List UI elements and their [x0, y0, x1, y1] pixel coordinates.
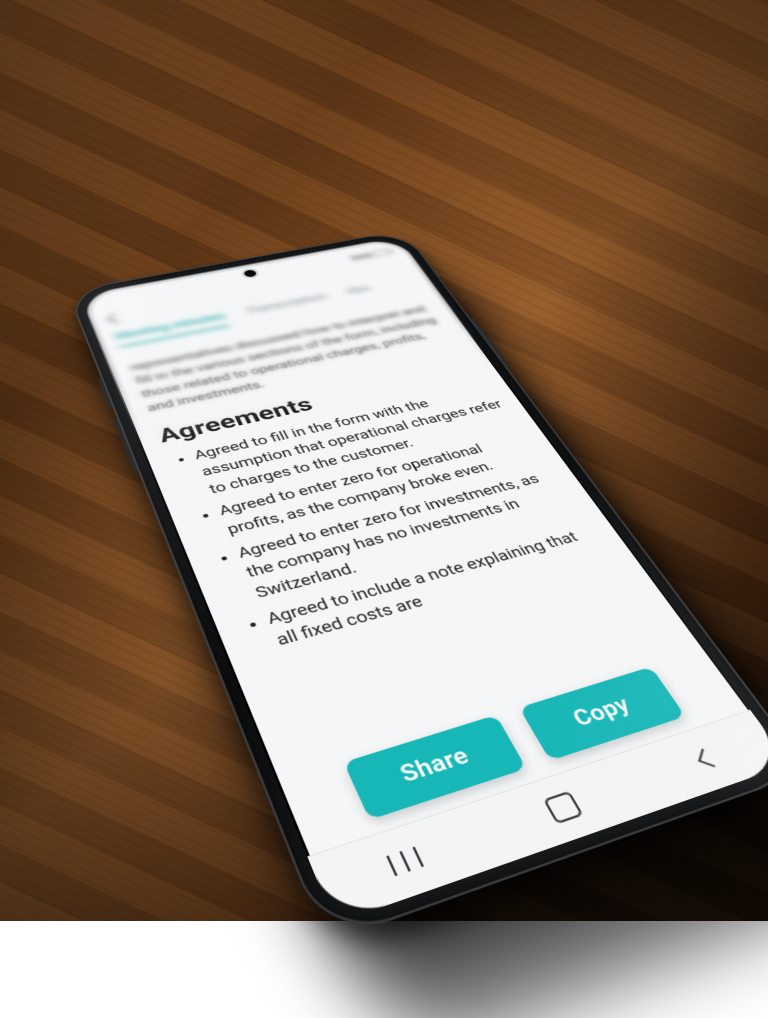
nav-back-icon[interactable]	[692, 749, 719, 770]
scene: Meeting minutes Transcription Abs repres…	[0, 0, 768, 921]
phone-side-button	[97, 378, 113, 410]
phone-screen: Meeting minutes Transcription Abs repres…	[79, 236, 768, 923]
back-button[interactable]	[100, 311, 128, 328]
content-area[interactable]: representatives discussed how to interpr…	[103, 287, 689, 755]
copy-button[interactable]: Copy	[519, 667, 686, 761]
phone-device: Meeting minutes Transcription Abs repres…	[67, 230, 768, 944]
share-button[interactable]: Share	[344, 715, 527, 820]
nav-home-icon[interactable]	[543, 791, 584, 825]
nav-recents-icon[interactable]	[386, 847, 424, 877]
tab-abs[interactable]: Abs	[344, 283, 377, 302]
